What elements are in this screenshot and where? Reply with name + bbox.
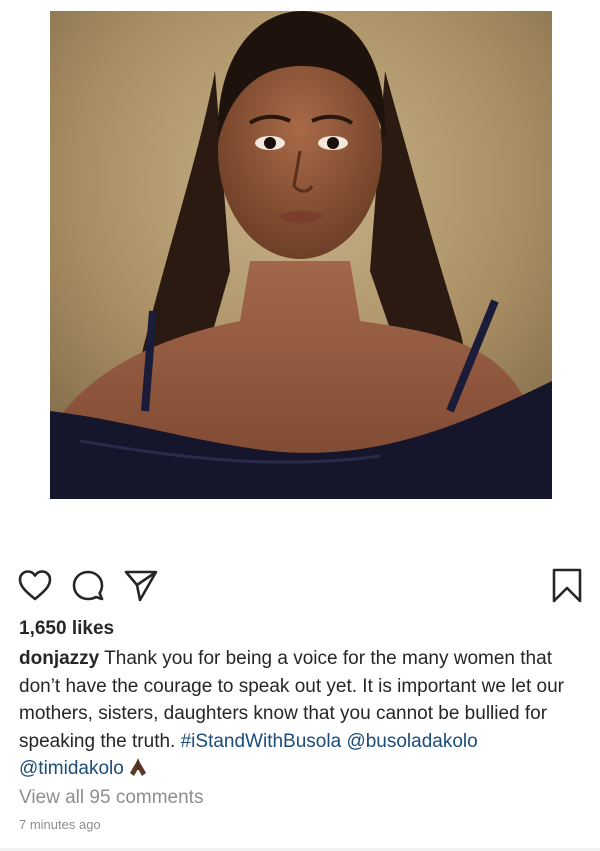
post-caption: donjazzy Thank you for being a voice for… [19,645,584,786]
heart-icon[interactable] [17,568,53,604]
instagram-post: 1,650 likes donjazzy Thank you for being… [0,0,600,851]
action-bar [0,568,600,604]
post-timestamp: 7 minutes ago [19,817,101,832]
send-icon[interactable] [123,568,159,604]
caption-username[interactable]: donjazzy [19,648,99,669]
folded-hands-icon [128,757,148,786]
caption-mention-timidakolo[interactable]: @timidakolo [19,758,124,779]
post-photo[interactable] [50,11,552,499]
view-all-comments-link[interactable]: View all 95 comments [19,786,203,810]
caption-hashtag[interactable]: #iStandWithBusola [181,731,342,752]
comment-icon[interactable] [71,568,107,604]
likes-count[interactable]: 1,650 likes [19,618,114,640]
caption-mention-busoladakolo[interactable]: @busoladakolo [346,731,477,752]
bookmark-icon[interactable] [549,568,585,604]
portrait-photo [50,11,552,499]
